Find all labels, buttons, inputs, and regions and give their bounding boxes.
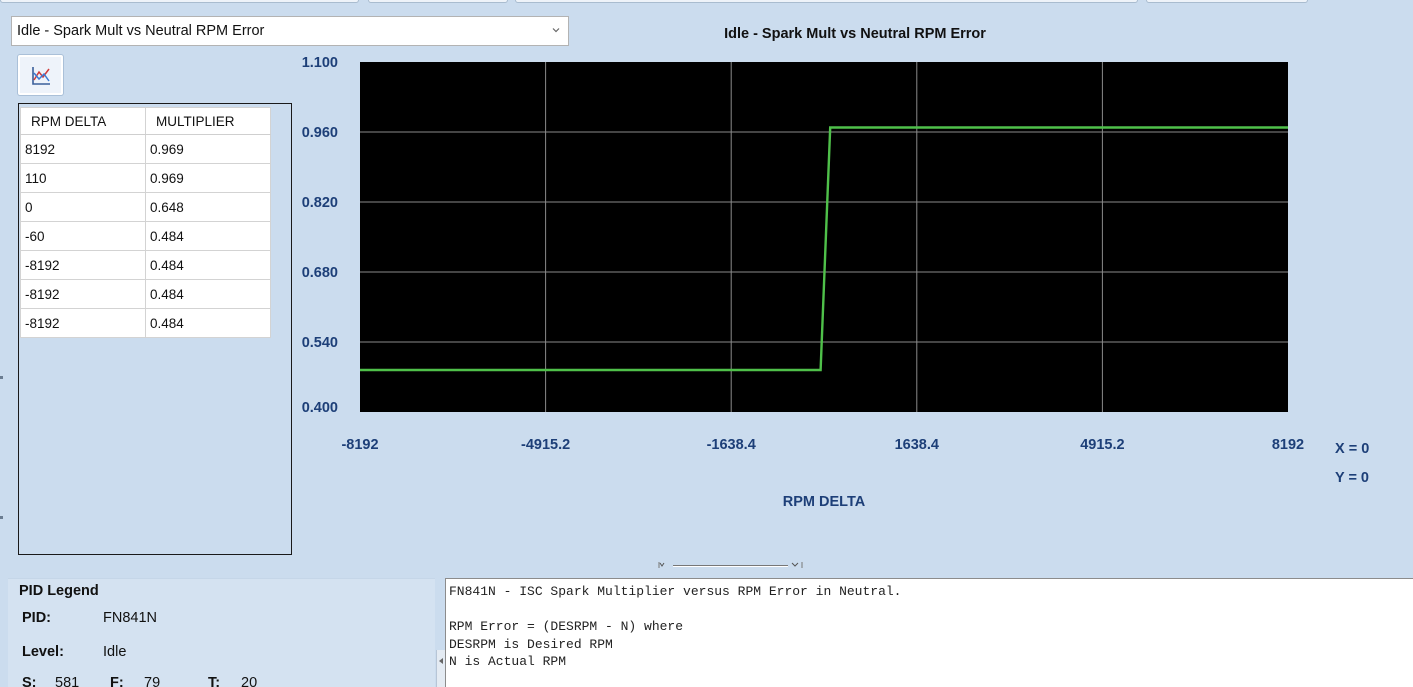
table-cell[interactable]: 0.484: [145, 221, 271, 251]
x-tick-label: -4915.2: [521, 437, 570, 453]
y-readout: Y = 0: [1335, 470, 1369, 486]
description-line: FN841N - ISC Spark Multiplier versus RPM…: [449, 584, 902, 599]
selector-value: Idle - Spark Mult vs Neutral RPM Error: [17, 23, 265, 39]
table-cell[interactable]: 0.484: [145, 279, 271, 309]
s-label: S:: [22, 675, 37, 687]
description-text: FN841N - ISC Spark Multiplier versus RPM…: [445, 578, 1413, 687]
table-cell[interactable]: 0.969: [145, 163, 271, 193]
column-header-rpm-delta[interactable]: RPM DELTA: [20, 107, 146, 135]
plot-area[interactable]: [360, 62, 1288, 412]
pid-value: FN841N: [103, 610, 157, 626]
panel-splitter[interactable]: [658, 560, 804, 570]
table-cell[interactable]: 0.484: [145, 308, 271, 338]
top-tab[interactable]: [1146, 0, 1308, 3]
x-tick-label: 1638.4: [895, 437, 939, 453]
top-tab[interactable]: [0, 0, 359, 3]
table-row: 110 0.969: [20, 163, 271, 193]
x-readout: X = 0: [1335, 441, 1370, 457]
description-line: N is Actual RPM: [449, 654, 567, 669]
f-label: F:: [110, 675, 124, 687]
x-axis-label: RPM DELTA: [783, 494, 866, 510]
table-cell[interactable]: 0.648: [145, 192, 271, 222]
description-line: DESRPM is Desired RPM: [449, 636, 613, 652]
y-tick-label: 0.680: [302, 265, 338, 281]
table-header-row: RPM DELTA MULTIPLIER: [20, 107, 271, 135]
table-cell[interactable]: -8192: [20, 308, 146, 338]
table-row: -8192 0.484: [20, 308, 271, 338]
pid-legend: PID Legend PID: FN841N Level: Idle S: 58…: [8, 578, 435, 687]
arrow-left-icon: [439, 658, 443, 664]
chart-title: Idle - Spark Mult vs Neutral RPM Error: [724, 26, 986, 42]
table-cell[interactable]: -60: [20, 221, 146, 251]
pid-label: PID:: [22, 610, 51, 626]
legend-scrollbar[interactable]: [436, 650, 445, 687]
table-row: 8192 0.969: [20, 134, 271, 164]
table-row: -60 0.484: [20, 221, 271, 251]
y-tick-label: 0.960: [302, 125, 338, 141]
table-cell[interactable]: 0.969: [145, 134, 271, 164]
chart-icon: [32, 67, 50, 85]
table-cell[interactable]: 8192: [20, 134, 146, 164]
legend-title: PID Legend: [19, 583, 99, 599]
top-tab-strip: [0, 0, 1413, 4]
edge-marker: [0, 376, 3, 379]
table-cell[interactable]: 0: [20, 192, 146, 222]
column-header-multiplier[interactable]: MULTIPLIER: [145, 107, 271, 135]
table-cell[interactable]: 110: [20, 163, 146, 193]
table-panel: RPM DELTA MULTIPLIER 8192 0.969 110 0.96…: [18, 103, 292, 555]
f-value: 79: [144, 675, 161, 687]
top-tab[interactable]: [368, 0, 508, 3]
level-label: Level:: [22, 644, 64, 660]
t-value: 20: [241, 675, 258, 687]
level-value: Idle: [103, 644, 127, 660]
table-cell[interactable]: -8192: [20, 250, 146, 280]
x-tick-label: 4915.2: [1080, 437, 1124, 453]
graph-view-button[interactable]: [18, 55, 63, 95]
t-label: T:: [208, 675, 221, 687]
edge-marker: [0, 516, 3, 519]
description-line: [449, 601, 1413, 619]
x-tick-label: -1638.4: [707, 437, 756, 453]
s-value: 581: [55, 675, 80, 687]
table-selector-dropdown[interactable]: Idle - Spark Mult vs Neutral RPM Error: [11, 16, 569, 46]
y-tick-label: 0.820: [302, 195, 338, 211]
y-tick-label: 0.540: [302, 335, 338, 351]
table-row: -8192 0.484: [20, 279, 271, 309]
chart[interactable]: 1.100 0.960 0.820 0.680 0.540 0.400 -8192 -4915…: [280, 50, 1330, 520]
table-cell[interactable]: 0.484: [145, 250, 271, 280]
top-tab[interactable]: [515, 0, 1138, 3]
y-tick-label: 0.400: [302, 400, 338, 416]
table-row: 0 0.648: [20, 192, 271, 222]
description-line: RPM Error = (DESRPM - N) where: [449, 619, 684, 634]
x-tick-label: 8192: [1272, 437, 1304, 453]
table-row: -8192 0.484: [20, 250, 271, 280]
data-table: RPM DELTA MULTIPLIER 8192 0.969 110 0.96…: [20, 107, 271, 338]
chevron-down-icon: [552, 28, 560, 33]
x-tick-label: -8192: [341, 437, 378, 453]
y-tick-label: 1.100: [302, 55, 338, 71]
table-cell[interactable]: -8192: [20, 279, 146, 309]
